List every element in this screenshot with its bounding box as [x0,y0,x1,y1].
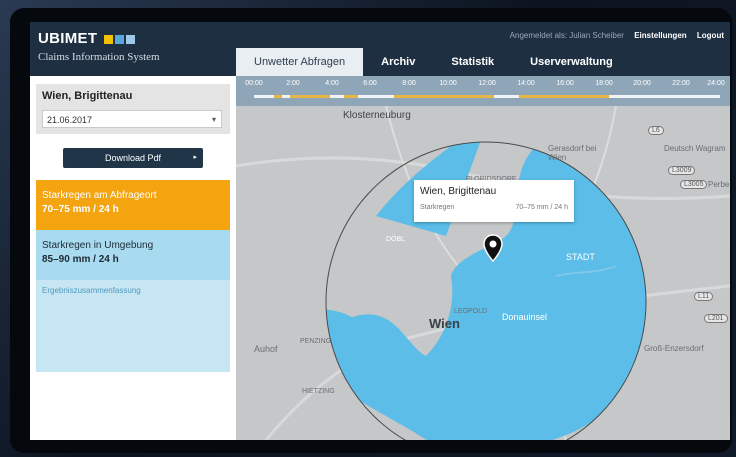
road-badge: L11 [694,292,714,301]
result-local-value: 70–75 mm / 24 h [42,204,119,215]
timeline-tick: 10:00 [439,80,457,87]
map-label: DÖBL [386,236,406,243]
caret-right-icon: ▸ [193,154,197,161]
summary-panel: Ergebniszusammenfassung [36,280,230,372]
timeline-segment [394,95,494,98]
map-label: Groß-Enzersdorf [644,344,704,353]
map-label-wien: Wien [429,316,460,331]
map-label: PENZING [300,338,332,345]
result-surrounding-value: 85–90 mm / 24 h [42,254,119,265]
timeline-segment [519,95,609,98]
logo-square-yellow [103,34,113,44]
logo-square-blue [114,34,124,44]
map-label: STADT [566,252,595,262]
map-label: Perbe [708,180,730,189]
location-popup: Wien, Brigittenau Starkregen 70–75 mm / … [414,180,574,222]
map-label: HIETZING [302,388,335,395]
map-label: Gerasdorf bei Wien [548,144,597,162]
timeline-tick: 2:00 [286,80,300,87]
download-pdf-label: Download Pdf [104,153,162,163]
app-subtitle: Claims Information System [38,51,160,63]
brand-logo: UBIMET [38,30,135,47]
timeline-tick: 12:00 [478,80,496,87]
road-badge: L201 [704,314,728,323]
map-area: 00:00 2:00 4:00 6:00 8:00 10:00 12:00 14… [236,76,730,440]
logo-square-lightblue [125,34,135,44]
timeline-tick: 14:00 [517,80,535,87]
road-badge: L3009 [668,166,696,175]
result-surrounding-label: Starkregen in Umgebung [42,240,154,251]
chevron-down-icon: ▾ [211,115,216,124]
download-pdf-button[interactable]: Download Pdf ▸ [63,148,203,168]
location-panel: Wien, Brigittenau 21.06.2017 ▾ [36,84,230,134]
result-surrounding[interactable]: Starkregen in Umgebung 85–90 mm / 24 h [36,230,230,280]
map-label: Donauinsel [502,312,548,322]
road-badge: L6 [648,126,664,135]
summary-link[interactable]: Ergebniszusammenfassung [42,286,141,295]
user-menu: Angemeldet als: Julian Scheiber Einstell… [510,31,724,40]
app-window: UBIMET Claims Information System Angemel… [30,22,730,440]
date-value: 21.06.2017 [47,115,93,125]
timeline-tick: 18:00 [595,80,613,87]
popup-label: Starkregen [420,204,455,211]
sidebar: Wien, Brigittenau 21.06.2017 ▾ Download … [30,76,235,440]
logged-in-user: Angemeldet als: Julian Scheiber [509,31,624,40]
result-local-label: Starkregen am Abfrageort [42,190,157,201]
map-label: Deutsch Wagram [664,144,726,153]
brand-name: UBIMET [38,30,98,47]
tab-archiv[interactable]: Archiv [363,48,433,76]
main-tabs: Unwetter Abfragen Archiv Statistik Userv… [236,48,631,76]
road-badge: L3005 [680,180,708,189]
location-title: Wien, Brigittenau [42,90,133,102]
timeline-segment [290,95,330,98]
timeline-tick: 6:00 [363,80,377,87]
timeline-tick: 4:00 [325,80,339,87]
tab-userverwaltung[interactable]: Userverwaltung [512,48,631,76]
timeline-tick: 8:00 [402,80,416,87]
popup-title: Wien, Brigittenau [420,186,497,197]
tab-unwetter-abfragen[interactable]: Unwetter Abfragen [236,48,364,76]
map-label: Auhof [254,344,278,354]
map-label: LEOPOLD [454,308,488,315]
date-select[interactable]: 21.06.2017 ▾ [42,110,222,128]
tab-statistik[interactable]: Statistik [433,48,512,76]
logout-link[interactable]: Logout [697,31,724,40]
map-label: Klosterneuburg [343,110,411,121]
timeline-segment [344,95,358,98]
timeline-tick: 24:00 [707,80,725,87]
timeline-tick: 20:00 [633,80,651,87]
timeline-track[interactable] [254,95,720,98]
location-pin-icon[interactable] [483,234,503,262]
header-bar: UBIMET Claims Information System Angemel… [30,22,730,76]
timeline-segment [274,95,282,98]
timeline-tick: 16:00 [556,80,574,87]
timeline-tick: 00:00 [245,80,263,87]
timeline[interactable]: 00:00 2:00 4:00 6:00 8:00 10:00 12:00 14… [236,76,730,106]
result-local[interactable]: Starkregen am Abfrageort 70–75 mm / 24 h [36,180,230,230]
settings-link[interactable]: Einstellungen [634,31,686,40]
timeline-tick: 22:00 [672,80,690,87]
popup-value: 70–75 mm / 24 h [515,204,568,211]
